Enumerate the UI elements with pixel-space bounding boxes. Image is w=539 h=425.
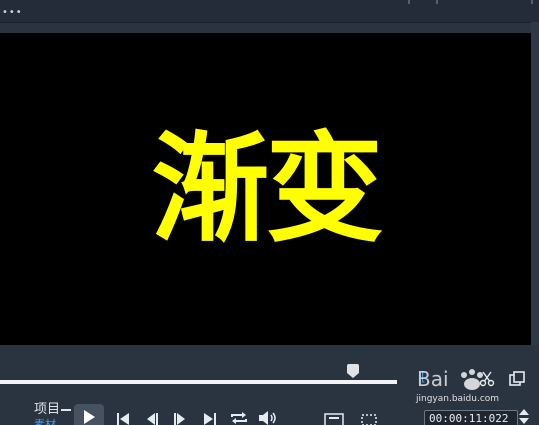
stepper-arrows-icon [519, 409, 529, 424]
timecode-stepper[interactable] [518, 408, 530, 425]
video-editor-window: ••• 渐变 项目 素材 [00:00:11:022 Bai jingyan.… [0, 0, 539, 425]
previous-frame-button[interactable] [145, 413, 159, 425]
timeline-scrubber-track[interactable] [0, 380, 397, 384]
tab-divider [408, 0, 410, 4]
skip-to-end-button[interactable] [203, 413, 217, 425]
fullscreen-button[interactable] [361, 414, 377, 425]
next-frame-icon [174, 413, 185, 425]
video-preview[interactable]: 渐变 [0, 33, 531, 345]
enlarge-preview-icon [509, 371, 525, 386]
mode-toggle-dash [61, 409, 71, 411]
next-frame-button[interactable] [173, 413, 187, 425]
scrubber-handle[interactable] [347, 364, 361, 378]
tab-divider [531, 0, 533, 4]
timecode-value: 00:00:11:022 [429, 412, 509, 425]
play-button[interactable] [74, 404, 104, 425]
top-toolbar-strip: ••• [0, 0, 539, 23]
play-icon [84, 410, 95, 424]
skip-to-start-icon [117, 413, 129, 425]
mark-in-button[interactable]: [ [421, 371, 426, 383]
preview-title-text: 渐变 [151, 120, 383, 258]
fullscreen-icon [361, 414, 377, 425]
timecode-field[interactable]: 00:00:11:022 [424, 410, 518, 425]
volume-icon [259, 411, 276, 425]
split-clip-button[interactable] [479, 371, 495, 387]
aspect-ratio-icon [324, 413, 344, 425]
repeat-button[interactable] [230, 411, 248, 425]
skip-to-end-icon [204, 413, 216, 425]
enlarge-preview-button[interactable] [509, 371, 525, 387]
watermark-url: jingyan.baidu.com [416, 394, 500, 404]
repeat-icon [231, 412, 247, 424]
volume-button[interactable] [258, 411, 278, 425]
skip-to-start-button[interactable] [116, 413, 130, 425]
tab-divider [436, 0, 438, 4]
more-dots-icon[interactable]: ••• [2, 8, 23, 18]
clip-mode-label[interactable]: 素材 [34, 419, 56, 425]
scissors-icon [479, 371, 495, 387]
previous-frame-icon [147, 413, 158, 425]
aspect-ratio-button[interactable] [324, 413, 344, 425]
project-mode-label[interactable]: 项目 [34, 402, 60, 418]
